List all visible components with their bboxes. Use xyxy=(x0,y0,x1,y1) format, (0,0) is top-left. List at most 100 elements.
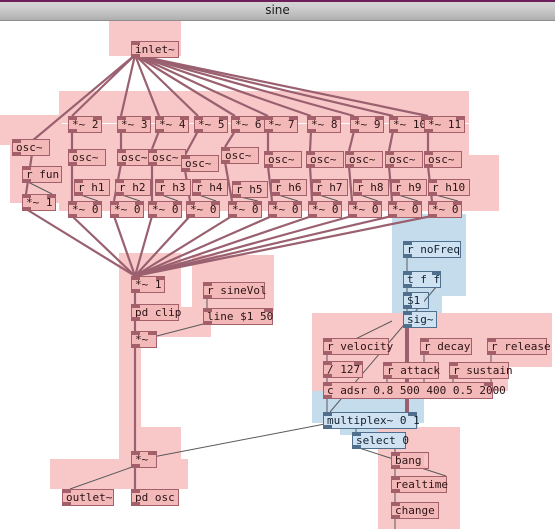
pd-object-rnofreq[interactable]: r noFreq xyxy=(403,241,461,258)
pd-outlet-nub[interactable] xyxy=(265,164,273,167)
pd-outlet-nub[interactable] xyxy=(23,207,31,210)
pd-object-change[interactable]: change xyxy=(391,502,439,519)
pd-inlet-nub[interactable] xyxy=(488,339,496,342)
pd-inlet-nub[interactable] xyxy=(204,283,212,286)
pd-outlet-nub[interactable] xyxy=(324,425,332,428)
pd-outlet-nub[interactable] xyxy=(354,192,362,195)
pd-inlet-nub[interactable] xyxy=(222,148,230,151)
pd-object-h2[interactable]: r h2 xyxy=(115,179,151,196)
pd-object-g7[interactable]: *~ 0 xyxy=(268,201,302,218)
pd-outlet-nub[interactable] xyxy=(324,374,332,377)
pd-object-m5[interactable]: *~ 5 xyxy=(194,116,228,133)
pd-inlet-nub[interactable] xyxy=(313,180,321,183)
pd-outlet-nub[interactable] xyxy=(269,214,277,217)
pd-inlet-nub[interactable] xyxy=(429,202,437,205)
pd-inlet-nub[interactable] xyxy=(132,305,140,308)
pd-object-m3[interactable]: *~ 3 xyxy=(117,116,151,133)
pd-inlet-nub[interactable] xyxy=(132,42,140,45)
pd-inlet-nub[interactable] xyxy=(23,167,31,170)
pd-outlet-nub[interactable] xyxy=(307,164,315,167)
pd-inlet-nub[interactable] xyxy=(111,202,119,205)
pd-outlet-nub[interactable] xyxy=(309,214,317,217)
pd-inlet-nub[interactable] xyxy=(390,117,398,120)
pd-inlet-nub[interactable] xyxy=(386,152,394,155)
pd-object-m4[interactable]: *~ 4 xyxy=(155,116,189,133)
pd-outlet-nub[interactable] xyxy=(313,192,321,195)
pd-inlet-nub-right[interactable] xyxy=(142,117,150,120)
pd-inlet-nub[interactable] xyxy=(307,152,315,155)
pd-object-m11[interactable]: *~ 11 xyxy=(424,116,465,133)
pd-object-rsustain[interactable]: r sustain xyxy=(449,362,513,379)
pd-inlet-nub[interactable] xyxy=(69,150,77,153)
pd-inlet-nub[interactable] xyxy=(309,202,317,205)
pd-inlet-nub[interactable] xyxy=(404,293,412,296)
pd-inlet-nub[interactable] xyxy=(324,413,332,416)
pd-object-inlet[interactable]: inlet~ xyxy=(131,41,179,58)
pd-outlet-nub[interactable] xyxy=(222,160,230,163)
pd-inlet-nub[interactable] xyxy=(233,182,241,185)
pd-outlet-nub[interactable] xyxy=(132,344,140,347)
pd-object-osc7[interactable]: osc~ xyxy=(264,151,302,168)
pd-inlet-nub-right[interactable] xyxy=(432,272,440,275)
pd-inlet-nub-right[interactable] xyxy=(264,309,272,312)
pd-inlet-nub[interactable] xyxy=(425,152,433,155)
pd-outlet-nub[interactable] xyxy=(425,129,433,132)
pd-inlet-nub[interactable] xyxy=(346,152,354,155)
pd-inlet-nub-right[interactable] xyxy=(333,202,341,205)
pd-inlet-nub[interactable] xyxy=(132,452,140,455)
pd-outlet-nub[interactable] xyxy=(384,375,392,378)
pd-inlet-nub[interactable] xyxy=(118,150,126,153)
pd-object-h1[interactable]: r h1 xyxy=(74,179,110,196)
pd-outlet-nub[interactable] xyxy=(111,214,119,217)
pd-outlet-nub[interactable] xyxy=(204,295,212,298)
pd-object-h8[interactable]: r h8 xyxy=(353,179,389,196)
pd-outlet-nub[interactable] xyxy=(429,192,437,195)
pd-inlet-nub[interactable] xyxy=(392,180,400,183)
pd-inlet-nub-right[interactable] xyxy=(453,202,461,205)
pd-outlet-nub[interactable] xyxy=(233,194,241,197)
pd-object-mulout[interactable]: *~ xyxy=(131,451,157,468)
pd-inlet-nub-right[interactable] xyxy=(211,202,219,205)
pd-object-osc9[interactable]: osc~ xyxy=(345,151,383,168)
pd-inlet-nub[interactable] xyxy=(392,503,400,506)
pd-outlet-nub[interactable] xyxy=(116,192,124,195)
pd-inlet-nub-right[interactable] xyxy=(93,202,101,205)
pd-object-rvelocity[interactable]: r velocity xyxy=(323,338,393,355)
pd-object-h4[interactable]: r h4 xyxy=(192,179,228,196)
pd-outlet-nub[interactable] xyxy=(149,162,157,165)
pd-outlet-nub[interactable] xyxy=(324,351,332,354)
pd-inlet-nub-right[interactable] xyxy=(484,383,492,386)
pd-inlet-nub[interactable] xyxy=(265,152,273,155)
pd-inlet-nub[interactable] xyxy=(272,180,280,183)
pd-object-h5[interactable]: r h5 xyxy=(232,181,268,198)
pd-inlet-nub-right[interactable] xyxy=(408,413,416,416)
pd-inlet-nub[interactable] xyxy=(187,202,195,205)
pd-inlet-nub[interactable] xyxy=(75,180,83,183)
pd-outlet-nub[interactable] xyxy=(132,289,140,292)
pd-outlet-nub[interactable] xyxy=(351,129,359,132)
pd-object-g9[interactable]: *~ 0 xyxy=(348,201,382,218)
pd-object-g6[interactable]: *~ 0 xyxy=(228,201,262,218)
pd-object-sig[interactable]: sig~ xyxy=(403,311,437,328)
pd-outlet-nub[interactable] xyxy=(23,179,31,182)
pd-inlet-nub[interactable] xyxy=(149,202,157,205)
pd-object-osc5[interactable]: osc~ xyxy=(181,155,219,172)
pd-outlet-nub[interactable] xyxy=(404,324,412,327)
pd-outlet-nub[interactable] xyxy=(69,214,77,217)
pd-object-osc0[interactable]: osc~ xyxy=(12,139,50,156)
pd-object-h10[interactable]: r h10 xyxy=(428,179,470,196)
pd-object-m9[interactable]: *~ 9 xyxy=(350,116,384,133)
pd-object-m7[interactable]: *~ 7 xyxy=(264,116,298,133)
pd-object-select0[interactable]: select 0 xyxy=(352,432,409,449)
pd-inlet-nub-right[interactable] xyxy=(375,117,383,120)
pd-inlet-nub-right[interactable] xyxy=(135,202,143,205)
pd-inlet-nub[interactable] xyxy=(429,180,437,183)
pd-object-g8[interactable]: *~ 0 xyxy=(308,201,342,218)
pd-object-g10[interactable]: *~ 0 xyxy=(388,201,422,218)
pd-inlet-nub-right[interactable] xyxy=(293,202,301,205)
pd-inlet-nub-right[interactable] xyxy=(180,117,188,120)
pd-outlet-nub[interactable] xyxy=(195,129,203,132)
pd-inlet-nub[interactable] xyxy=(450,363,458,366)
pd-inlet-nub[interactable] xyxy=(324,362,332,365)
pd-outlet-nub[interactable] xyxy=(13,152,21,155)
